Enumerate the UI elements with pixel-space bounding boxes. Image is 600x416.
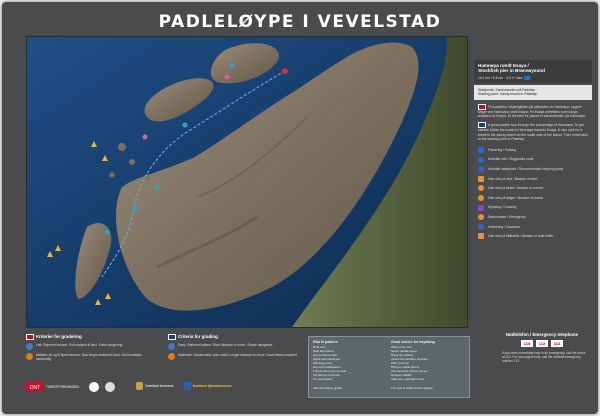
legend-icon [478,175,484,182]
legend-item: Veiledning / Guidance [478,222,588,232]
criteria-no: Kriterier for gradering Lett: Skjermet f… [26,334,158,364]
legend-icon [478,204,484,211]
legend-item: Vær obs på bølger / Beware of waves [478,193,588,203]
easy-grade-icon [26,343,33,350]
route-header: Hamnøya rundt Esaya / Stockfish pier in … [474,60,592,84]
legend-label: Kryssing / Crossing [488,205,517,210]
access-note-en: The right of public access applies. [391,386,434,390]
legend-label: Parkering / Parking [488,147,517,152]
legend-item: Parkering / Parking [478,145,588,155]
route-info-panel: Hamnøya rundt Esaya / Stockfish pier in … [474,60,592,241]
advice-en: Good advice for kayaking Wear a life ves… [391,340,467,381]
legend-label: Anbefalt rasteplass / Recommended stoppi… [488,167,564,172]
legend-icon [478,214,484,221]
nordland-logo [183,382,191,390]
ambulance-number: 113 [551,340,563,348]
legend-item: Kryssing / Crossing [478,203,588,213]
legend-icon [478,156,484,163]
legend-icon [478,233,484,240]
legend-item: Vær obs på strøm / Beware of current [478,184,588,194]
turistforeningen-logo: DNT [26,382,44,392]
legend-label: Anbefalt rute / Suggested route [488,157,534,162]
fire-number: 110 [521,340,533,348]
norway-flag-icon [26,334,34,340]
sponsor-logos-right: Vevelstad kommune Nordland fylkeskommune [136,382,232,390]
legend-icon [478,166,484,173]
legend-item: Vær obs på vind / Beware of wind [478,174,588,184]
legend-label: Veiledning / Guidance [488,224,521,229]
route-name-en: Stockfish pier in Brønnøysund [478,68,545,74]
legend-icon [478,146,484,153]
legend-item: Anbefalt rasteplass / Recommended stoppi… [478,164,588,174]
emergency-numbers: 110 112 113 [496,340,588,348]
start-marker[interactable] [282,68,288,74]
map-legend: Parkering / Parking Anbefalt rute / Sugge… [474,145,592,241]
legend-label: Vær obs på strøm / Beware of current [488,186,544,191]
access-note-no: Allemannsretten gjelder. [313,386,344,390]
emergency-text: If you need immediate help in an emergen… [502,351,586,364]
emergency-panel: Nødtelefon / Emergency telephone 110 112… [496,332,588,363]
advice-box: Råd til padlere Bruk vest Padl aldri alen… [308,336,470,398]
shield-icon [136,382,143,390]
legend-icon [478,194,484,201]
moderate-grade-icon [26,353,33,360]
legend-icon [478,223,484,230]
turistforeningen-text: TURISTFORENINGEN [46,385,79,389]
route-stats: 16,1 km / 8,6 nm · 3,8 t / hour [478,75,523,80]
criteria-en: Criteria for grading Easy: Sheltered wat… [168,334,300,363]
moderate-grade-icon [168,353,175,360]
police-number: 112 [536,340,548,348]
legend-item: Anbefalt rute / Suggested route [478,155,588,165]
advice-item: Ta med søppel [313,377,333,381]
advice-item: Take your garbage home [391,377,425,381]
satellite-map [26,36,468,328]
uk-flag-icon [168,334,176,340]
difficulty-badge [524,75,531,80]
legend-item: Vær obs på båttrafikk / Beware of boat t… [478,232,588,242]
round-logo [104,382,115,392]
legend-icon [478,185,484,192]
emergency-heading: Nødtelefon / Emergency telephone [505,332,579,337]
svg-text:DNT: DNT [30,385,40,391]
legend-label: Vær obs på vind / Beware of wind [488,176,538,181]
advice-no: Råd til padlere Bruk vest Padl aldri alen… [313,340,389,381]
page-title: PADLELØYPE I VEVELSTAD [158,12,442,32]
sponsor-logos-left: DNT TURISTFORENINGEN [26,382,115,392]
info-board: PADLELØYPE I VEVELSTAD Hamnøya rundt Esa… [2,2,598,414]
legend-label: Vær obs på båttrafikk / Beware of boat t… [488,234,554,239]
bottom-section: Kriterier for gradering Lett: Skjermet f… [26,332,586,412]
route-description: Fint padletur i skjærgården på ytterside… [478,103,588,141]
legend-label: Vær obs på bølger / Beware of waves [488,195,544,200]
legend-label: Nødnummer / Emergency [488,214,526,219]
start-point: Startpunkt: Sandstranden på Padeløp Star… [474,85,592,100]
legend-item: Nødnummer / Emergency [478,212,588,222]
round-logo [88,382,99,392]
easy-grade-icon [168,343,175,350]
